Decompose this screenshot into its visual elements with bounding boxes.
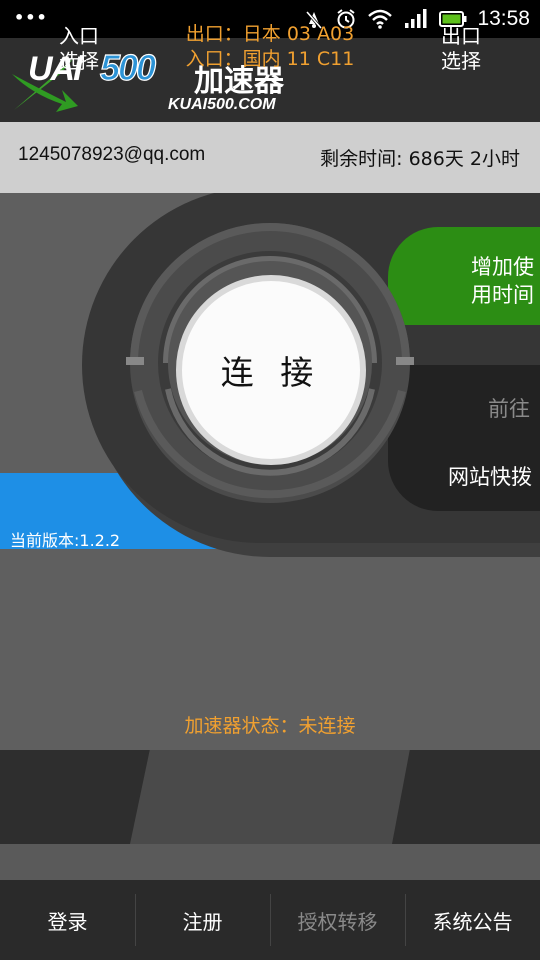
entry-info: 入口：国内 11 C11: [185, 48, 355, 70]
app-domain: KUAI500.COM: [168, 96, 276, 113]
route-info-panel: [130, 750, 412, 844]
transfer-license-button[interactable]: 授权转移: [270, 880, 405, 960]
nav-divider: [270, 894, 271, 946]
version-label: 当前版本:1.2.2: [10, 531, 121, 550]
system-notice-button[interactable]: 系统公告: [405, 880, 540, 960]
nav-divider: [135, 894, 136, 946]
system-notice-label: 系统公告: [432, 909, 513, 934]
nav-divider: [405, 894, 406, 946]
login-button[interactable]: 登录: [0, 880, 135, 960]
route-bar: [0, 750, 540, 844]
account-email: 1245078923@qq.com: [18, 144, 206, 165]
menu-dots: •••: [14, 8, 48, 27]
go-label: 前往: [488, 397, 530, 421]
exit-info: 出口：日本 03 A03: [185, 23, 355, 45]
website-shortcut-label: 网站快拨: [448, 465, 532, 489]
register-label: 注册: [182, 909, 223, 934]
add-time-label: 增加使 用时间: [471, 255, 534, 307]
spacer-band: [0, 844, 540, 880]
login-label: 登录: [47, 909, 88, 934]
bottom-nav: 登录 注册 授权转移 系统公告: [0, 880, 540, 960]
connection-status: 加速器状态：未连接: [184, 715, 356, 737]
exit-select-label: 出口 选择: [441, 24, 481, 73]
entry-select-button[interactable]: [0, 750, 150, 844]
exit-select-button[interactable]: [392, 750, 540, 844]
account-bar: 1245078923@qq.com 剩余时间: 686天 2小时: [0, 122, 540, 193]
connect-button[interactable]: 连 接: [176, 275, 366, 465]
remaining-time: 剩余时间: 686天 2小时: [320, 148, 520, 170]
transfer-license-label: 授权转移: [297, 909, 378, 934]
connect-label: 连 接: [220, 353, 322, 392]
register-button[interactable]: 注册: [135, 880, 270, 960]
entry-select-label: 入口 选择: [59, 24, 99, 73]
main-panel: 连 接 增加使 用时间 前往 网站快拨 当前版本:1.2.2 加速器状态：未连接: [0, 193, 540, 750]
